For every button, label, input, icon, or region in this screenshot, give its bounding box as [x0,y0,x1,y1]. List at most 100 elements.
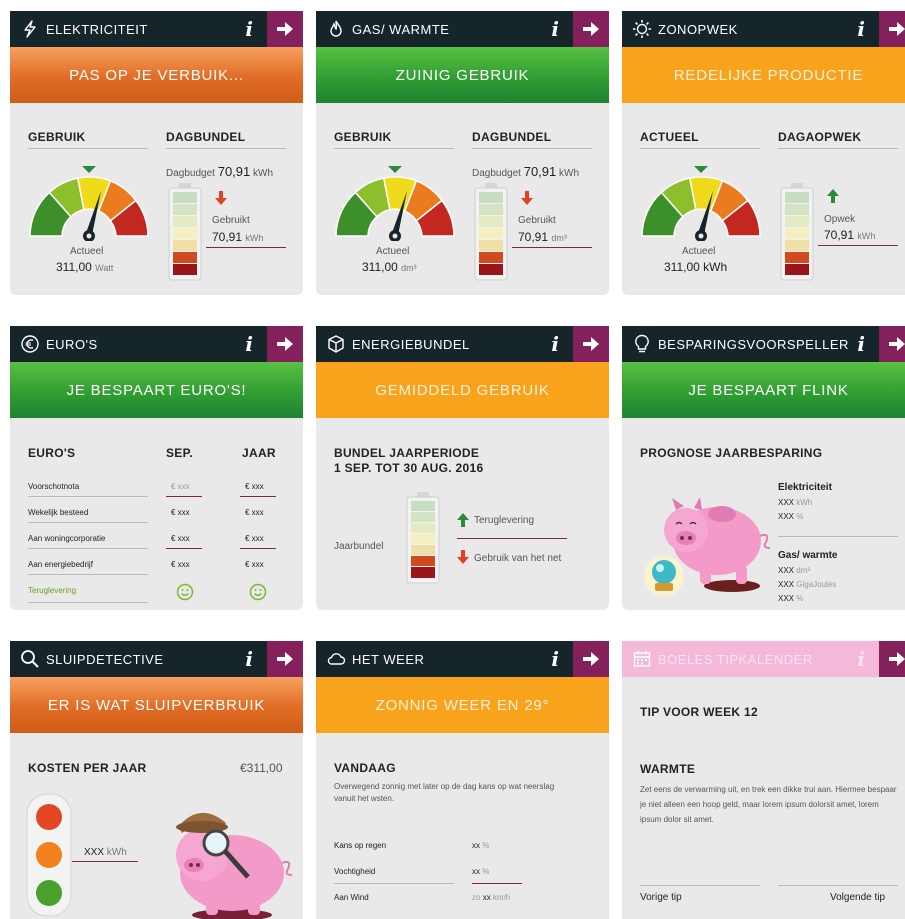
lightning-icon [24,20,36,38]
gebruikt-value: 70,91 dm³ [518,230,567,244]
card-het-weer: HET WEER i ZONNIG WEER EN 29° VANDAAG Ov… [316,641,609,919]
sep-value: € xxx [171,534,190,543]
open-arrow-button[interactable] [267,641,303,677]
kosten-value: €311,00 [240,761,283,775]
divider [640,148,760,149]
bundel-heading: BUNDEL JAARPERIODE [334,446,480,460]
cloud-icon [327,653,346,665]
card-title: SLUIPDETECTIVE [46,652,164,667]
divider [472,883,522,884]
jaar-column-heading: JAAR [242,446,276,460]
regen-value: xx % [472,841,490,850]
card-header: BESPARINGSVOORSPELLER i [622,326,905,362]
sun-icon [633,20,651,38]
arrow-right-icon [583,652,599,666]
card-header: SLUIPDETECTIVE i [10,641,303,677]
battery-meter [474,183,508,281]
kosten-heading: KOSTEN PER JAAR [28,761,147,775]
open-arrow-button[interactable] [573,11,609,47]
open-arrow-button[interactable] [573,326,609,362]
elek-kwh-value: XXX kWh [778,498,813,507]
open-arrow-button[interactable] [879,641,905,677]
card-title: GAS/ WARMTE [352,22,450,37]
divider [28,602,148,603]
gauge-meter [29,166,149,241]
row-label: Wekelijk besteed [28,508,89,517]
row-label: Voorschotnota [28,482,80,491]
gebruikt-value: 70,91 kWh [212,230,264,244]
battery-meter [780,183,814,281]
piggy-bank-crystal-ball-illustration [644,497,771,596]
open-arrow-button[interactable] [267,11,303,47]
card-header: ZONOPWEK i [622,11,905,47]
sep-value: € xxx [171,482,190,491]
euros-column-heading: EURO'S [28,446,76,460]
card-energiebundel: ENERGIEBUNDEL i GEMIDDELD GEBRUIK BUNDEL… [316,326,609,610]
divider [512,247,592,248]
open-arrow-button[interactable] [267,326,303,362]
sep-value: € xxx [171,560,190,569]
flame-icon [330,20,342,37]
card-title: BOELES TIPKALENDER [658,652,813,667]
status-banner: ZUINIG GEBRUIK [316,47,609,103]
traffic-light-icon [26,793,72,917]
open-arrow-button[interactable] [573,641,609,677]
dagbudget-row: Dagbudget 70,91 kWh [472,164,580,179]
card-euros: EURO'S i JE BESPAART EURO'S! EURO'S SEP.… [10,326,303,610]
opwek-value: 70,91 kWh [824,228,876,242]
wind-label: Aan Wind [334,893,369,902]
status-banner: GEMIDDELD GEBRUIK [316,362,609,418]
card-header: EURO'S i [10,326,303,362]
divider [166,148,286,149]
card-title: EURO'S [46,337,98,352]
divider [28,548,148,549]
info-icon[interactable]: i [245,332,253,356]
dagbundel-heading: DAGBUNDEL [472,130,552,144]
regen-label: Kans op regen [334,841,387,850]
divider [240,548,276,549]
next-tip-link[interactable]: Volgende tip [830,892,885,903]
arrow-right-icon [889,337,905,351]
wind-value: zo xx km/h [472,893,511,902]
gas-dm3-value: XXX dm³ [778,566,811,575]
previous-tip-link[interactable]: Vorige tip [640,892,682,903]
info-icon[interactable]: i [857,17,865,41]
card-header: ELEKTRICITEIT i [10,11,303,47]
open-arrow-button[interactable] [879,11,905,47]
info-icon[interactable]: i [551,17,559,41]
divider [457,538,567,539]
card-header: GAS/ WARMTE i [316,11,609,47]
info-icon[interactable]: i [857,332,865,356]
dagbundel-heading: DAGBUNDEL [166,130,246,144]
card-sluipdetective: SLUIPDETECTIVE i ER IS WAT SLUIPVERBRUIK… [10,641,303,919]
card-elektriciteit: ELEKTRICITEIT i PAS OP JE VERBUIK... GEB… [10,11,303,295]
divider [28,496,148,497]
status-banner: JE BESPAART FLINK [622,362,905,418]
search-icon [21,650,39,668]
divider [334,148,454,149]
arrow-down-icon [521,191,533,205]
info-icon[interactable]: i [857,647,865,671]
divider [818,245,898,246]
jaar-value: € xxx [245,534,264,543]
arrow-up-icon [457,513,469,527]
open-arrow-button[interactable] [879,326,905,362]
status-banner: ZONNIG WEER EN 29° [316,677,609,733]
jaarbundel-label: Jaarbundel [334,541,384,552]
prognose-heading: PROGNOSE JAARBESPARING [640,446,823,460]
info-icon[interactable]: i [245,647,253,671]
gauge-meter [641,166,761,241]
card-header: HET WEER i [316,641,609,677]
gebruik-net-label: Gebruik van het net [474,553,562,564]
actueel-label: Actueel [70,246,104,257]
divider [166,496,202,497]
card-header: ENERGIEBUNDEL i [316,326,609,362]
elektriciteit-title: Elektriciteit [778,482,832,493]
arrow-down-icon [215,191,227,205]
arrow-right-icon [583,337,599,351]
info-icon[interactable]: i [551,647,559,671]
smiley-icon [249,583,267,601]
info-icon[interactable]: i [245,17,253,41]
euro-icon [21,335,39,353]
info-icon[interactable]: i [551,332,559,356]
